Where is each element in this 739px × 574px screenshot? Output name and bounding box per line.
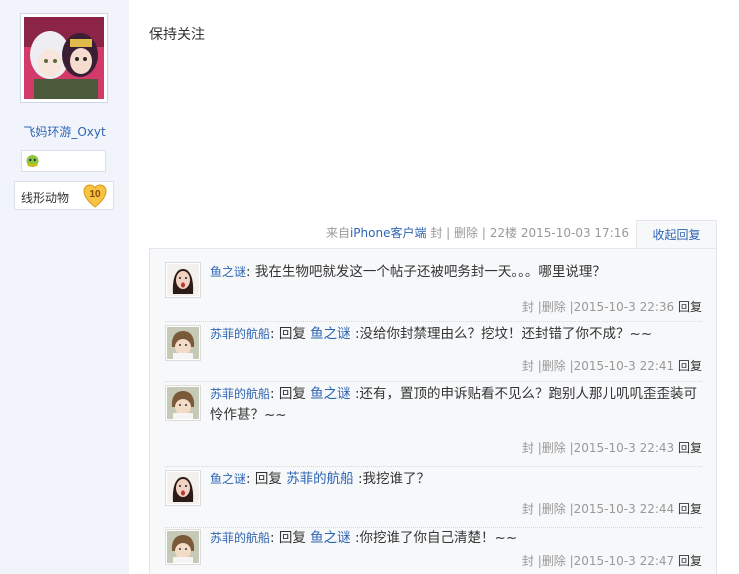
reply-colon: : — [270, 530, 275, 546]
reply-colon: : — [246, 264, 251, 280]
reply-lock-link[interactable]: 封 — [522, 300, 534, 314]
reply-list: 鱼之谜: 我在生物吧就发这一个帖子还被吧务封一天。。。哪里说理？ 封 |删除 |… — [149, 248, 717, 574]
reply-item: 苏菲的航船: 回复 鱼之谜 :没给你封禁理由么？挖坟！还封错了你不成？~~ 封 … — [165, 322, 702, 382]
level-name: 线形动物 — [21, 191, 70, 205]
client-prefix: 来自 — [325, 226, 350, 240]
collapse-replies-button[interactable]: 收起回复 — [636, 220, 717, 249]
reply-avatar[interactable] — [165, 529, 201, 565]
reply-target[interactable]: 苏菲的航船 — [286, 471, 354, 487]
reply-avatar[interactable] — [165, 385, 201, 421]
reply-body: 鱼之谜: 回复 苏菲的航船 :我挖谁了？ — [210, 469, 702, 490]
lock-link[interactable]: 封 — [430, 226, 442, 240]
reply-username[interactable]: 苏菲的航船 — [210, 327, 270, 341]
reply-delete-link[interactable]: 删除 — [542, 300, 566, 314]
reply-username[interactable]: 鱼之谜 — [210, 472, 246, 486]
boy-avatar-icon — [167, 387, 199, 419]
member-badge-icon[interactable] — [25, 154, 40, 169]
post-time: 2015-10-03 17:16 — [520, 226, 629, 240]
floor-number: 22楼 — [489, 226, 518, 240]
reply-avatar[interactable] — [165, 470, 201, 506]
reply-body: 苏菲的航船: 回复 鱼之谜 :你挖谁了你自己清楚！~~ — [210, 528, 702, 549]
reply-time: 2015-10-3 22:36 — [573, 300, 675, 314]
level-badge-icon: 10 — [83, 184, 107, 208]
reply-text: :我挖谁了？ — [357, 471, 431, 487]
delete-link[interactable]: 删除 — [454, 226, 478, 240]
reply-text: :没给你封禁理由么？挖坟！还封错了你不成？~~ — [354, 326, 653, 342]
reply-meta: 封 |删除 |2015-10-3 22:43 回复 — [522, 439, 702, 456]
reply-body: 苏菲的航船: 回复 鱼之谜 :还有，置顶的申诉贴看不见么？跑别人那儿叽叽歪歪装可… — [210, 384, 702, 426]
reply-button[interactable]: 回复 — [678, 300, 702, 314]
reply-avatar[interactable] — [165, 325, 201, 361]
separator: | — [481, 226, 486, 240]
reply-time: 2015-10-3 22:47 — [573, 554, 675, 568]
reply-item: 苏菲的航船: 回复 鱼之谜 :还有，置顶的申诉贴看不见么？跑别人那儿叽叽歪歪装可… — [165, 382, 702, 467]
author-sidebar: 飞妈环游_Oxyt 线形动物 10 — [0, 0, 129, 574]
reply-username[interactable]: 苏菲的航船 — [210, 531, 270, 545]
anime-avatar-icon — [24, 17, 104, 99]
reply-lock-link[interactable]: 封 — [522, 359, 534, 373]
reply-item: 苏菲的航船: 回复 鱼之谜 :你挖谁了你自己清楚！~~ 封 |删除 |2015-… — [165, 528, 702, 574]
post-tail: 来自iPhone客户端 封 | 删除 | 22楼 2015-10-03 17:1… — [300, 224, 629, 244]
reply-button[interactable]: 回复 — [678, 441, 702, 455]
reply-username[interactable]: 苏菲的航船 — [210, 387, 270, 401]
reply-item: 鱼之谜: 我在生物吧就发这一个帖子还被吧务封一天。。。哪里说理？ 封 |删除 |… — [165, 262, 702, 322]
reply-lock-link[interactable]: 封 — [522, 441, 534, 455]
level-number: 10 — [89, 189, 101, 200]
reply-avatar[interactable] — [165, 262, 201, 298]
reply-time: 2015-10-3 22:41 — [573, 359, 675, 373]
reply-button[interactable]: 回复 — [678, 554, 702, 568]
reply-meta: 封 |删除 |2015-10-3 22:36 回复 — [522, 298, 702, 315]
reply-target[interactable]: 鱼之谜 — [310, 326, 351, 342]
author-level-box[interactable]: 线形动物 10 — [14, 181, 114, 210]
reply-delete-link[interactable]: 删除 — [542, 554, 566, 568]
reply-meta: 封 |删除 |2015-10-3 22:47 回复 — [522, 552, 702, 569]
reply-time: 2015-10-3 22:43 — [573, 441, 675, 455]
author-icon-box — [21, 150, 106, 172]
reply-text: 我在生物吧就发这一个帖子还被吧务封一天。。。哪里说理？ — [254, 264, 606, 280]
reply-body: 苏菲的航船: 回复 鱼之谜 :没给你封禁理由么？挖坟！还封错了你不成？~~ — [210, 324, 702, 345]
reply-delete-link[interactable]: 删除 — [542, 502, 566, 516]
reply-prefix: 回复 — [278, 386, 306, 402]
girl-avatar-icon — [167, 264, 199, 296]
reply-meta: 封 |删除 |2015-10-3 22:41 回复 — [522, 357, 702, 374]
reply-colon: : — [270, 326, 275, 342]
reply-prefix: 回复 — [278, 530, 306, 546]
reply-prefix: 回复 — [278, 326, 306, 342]
reply-meta: 封 |删除 |2015-10-3 22:44 回复 — [522, 500, 702, 517]
boy-avatar-icon — [167, 531, 199, 563]
reply-body: 鱼之谜: 我在生物吧就发这一个帖子还被吧务封一天。。。哪里说理？ — [210, 262, 702, 283]
author-avatar[interactable] — [20, 13, 108, 103]
reply-prefix: 回复 — [254, 471, 282, 487]
girl-avatar-icon — [167, 472, 199, 504]
reply-username[interactable]: 鱼之谜 — [210, 265, 246, 279]
reply-target[interactable]: 鱼之谜 — [310, 386, 351, 402]
reply-button[interactable]: 回复 — [678, 359, 702, 373]
reply-item: 鱼之谜: 回复 苏菲的航船 :我挖谁了？ 封 |删除 |2015-10-3 22… — [165, 467, 702, 528]
post-content: 保持关注 — [149, 27, 205, 43]
boy-avatar-icon — [167, 327, 199, 359]
reply-delete-link[interactable]: 删除 — [542, 441, 566, 455]
separator: | — [446, 226, 451, 240]
author-username[interactable]: 飞妈环游_Oxyt — [0, 123, 129, 140]
reply-colon: : — [270, 386, 275, 402]
reply-delete-link[interactable]: 删除 — [542, 359, 566, 373]
reply-colon: : — [246, 471, 251, 487]
reply-time: 2015-10-3 22:44 — [573, 502, 675, 516]
reply-text: :你挖谁了你自己清楚！~~ — [354, 530, 518, 546]
client-link[interactable]: iPhone客户端 — [350, 226, 427, 240]
reply-lock-link[interactable]: 封 — [522, 502, 534, 516]
reply-target[interactable]: 鱼之谜 — [310, 530, 351, 546]
reply-button[interactable]: 回复 — [678, 502, 702, 516]
reply-lock-link[interactable]: 封 — [522, 554, 534, 568]
